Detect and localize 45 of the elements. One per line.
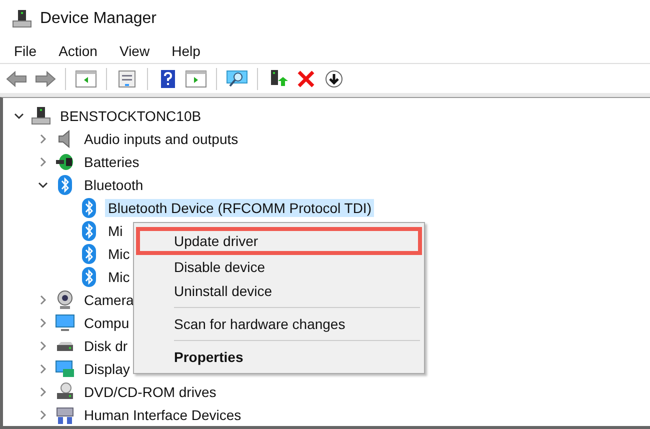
computer-icon	[31, 106, 51, 126]
menu-item[interactable]: Action	[58, 42, 98, 59]
tree-item[interactable]: DVD/CD-ROM drives	[81, 382, 220, 400]
window-title: Device Manager	[40, 10, 156, 28]
properties-icon[interactable]	[116, 70, 138, 88]
back-arrow-icon[interactable]	[6, 70, 28, 88]
tree-item[interactable]: Audio inputs and outputs	[81, 130, 242, 148]
panel-icon[interactable]	[185, 70, 207, 88]
scan-monitor-icon[interactable]	[226, 70, 248, 88]
panel-icon[interactable]	[75, 70, 97, 88]
tree-item[interactable]: Camera	[81, 290, 137, 308]
tree-item[interactable]: Disk dr	[81, 336, 131, 354]
monitor-icon	[55, 312, 75, 332]
tree-item[interactable]: Human Interface Devices	[81, 406, 244, 424]
menu-item[interactable]: File	[14, 42, 37, 59]
tree-item[interactable]: Bluetooth	[81, 176, 146, 194]
tree-item[interactable]: Mic	[105, 268, 133, 286]
context-menu-item[interactable]: Uninstall device	[136, 279, 422, 303]
forward-arrow-icon[interactable]	[34, 70, 56, 88]
bluetooth-icon	[79, 266, 99, 286]
tree-item[interactable]: Mi	[105, 222, 126, 240]
computer-icon	[12, 9, 32, 30]
display-adapter-icon	[55, 358, 75, 378]
context-menu-item[interactable]: Properties	[136, 345, 422, 369]
menu-item[interactable]: Help	[172, 42, 200, 59]
keyboard-device-icon	[55, 404, 75, 424]
bluetooth-icon	[79, 244, 99, 264]
context-menu-item[interactable]: Disable device	[136, 255, 422, 279]
menu-item[interactable]: View	[119, 42, 150, 59]
tree-item[interactable]: BENSTOCKTONC10B	[57, 106, 204, 124]
dvd-drive-icon	[55, 382, 75, 402]
tree-item[interactable]: Compu	[81, 314, 132, 332]
bluetooth-icon	[55, 174, 75, 194]
bluetooth-icon	[79, 198, 99, 218]
context-menu-item[interactable]: Scan for hardware changes	[136, 312, 422, 336]
bluetooth-icon	[79, 220, 99, 240]
tree-item[interactable]: Mic	[105, 244, 133, 262]
tree-item[interactable]: Batteries	[81, 152, 142, 170]
battery-icon	[55, 152, 75, 172]
download-icon[interactable]	[323, 70, 345, 88]
tree-item[interactable]: Display	[81, 360, 133, 378]
close-icon[interactable]	[295, 70, 317, 88]
webcam-icon	[55, 290, 75, 310]
context-menu-item[interactable]: Update driver	[136, 227, 422, 255]
tree-item[interactable]: Bluetooth Device (RFCOMM Protocol TDI)	[105, 198, 374, 216]
